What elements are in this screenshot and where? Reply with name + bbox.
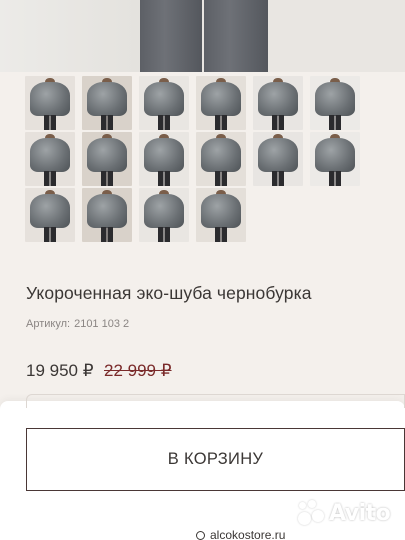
hero-background xyxy=(0,0,140,72)
product-title: Укороченная эко-шуба чернобурка xyxy=(26,283,312,303)
url-text: alcokostore.ru xyxy=(210,528,286,540)
avito-watermark-text: Avito xyxy=(329,500,391,526)
avito-logo-icon xyxy=(296,498,326,528)
gallery-thumbnail[interactable] xyxy=(253,76,303,130)
add-to-cart-button[interactable]: В КОРЗИНУ xyxy=(26,428,405,491)
gallery-thumbnail[interactable] xyxy=(25,132,75,186)
gallery-thumbnail[interactable] xyxy=(310,76,360,130)
old-price: 22 999 ₽ xyxy=(104,361,172,380)
article-label: Артикул: xyxy=(26,318,71,330)
lock-icon xyxy=(196,531,205,540)
url-bar[interactable]: alcokostore.ru xyxy=(196,528,285,540)
gallery-thumbnail[interactable] xyxy=(139,188,189,242)
product-article: Артикул: 2101 103 2 xyxy=(26,318,129,330)
gallery-thumbnail[interactable] xyxy=(253,132,303,186)
article-value: 2101 103 2 xyxy=(74,318,130,330)
sheet-field-edge[interactable] xyxy=(26,394,405,408)
gallery-thumbnail[interactable] xyxy=(310,132,360,186)
gallery-thumbnail[interactable] xyxy=(196,132,246,186)
gallery-thumbnail[interactable] xyxy=(25,76,75,130)
gallery-thumbnail[interactable] xyxy=(196,76,246,130)
hero-trouser-left xyxy=(140,0,202,72)
gallery-thumbnail[interactable] xyxy=(82,76,132,130)
hero-trouser-right xyxy=(204,0,268,72)
gallery-thumbnail[interactable] xyxy=(139,76,189,130)
avito-watermark: Avito xyxy=(296,498,391,528)
hero-image[interactable] xyxy=(0,0,405,72)
gallery-thumbnail[interactable] xyxy=(139,132,189,186)
current-price: 19 950 ₽ xyxy=(26,361,94,380)
gallery-thumbnail[interactable] xyxy=(196,188,246,242)
gallery-thumbnail[interactable] xyxy=(82,188,132,242)
gallery-thumbnail[interactable] xyxy=(25,188,75,242)
gallery-thumbnail[interactable] xyxy=(82,132,132,186)
